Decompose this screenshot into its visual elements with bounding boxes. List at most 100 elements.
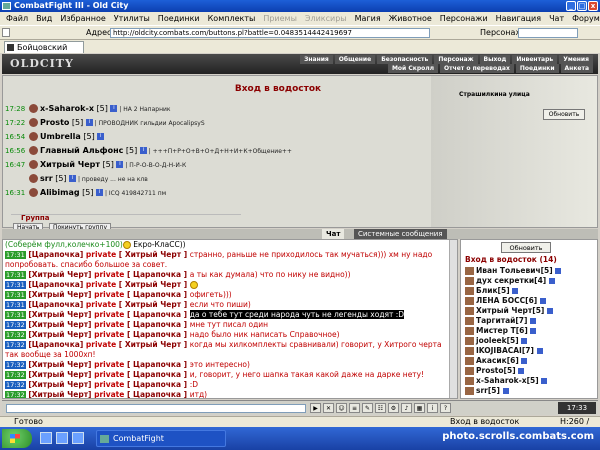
room-user[interactable]: IKOJIBACAI[7] — [465, 346, 561, 356]
chat-recipient[interactable]: [ Хитрый Черт ] — [119, 340, 190, 349]
game-nav-item[interactable]: Анкета — [560, 64, 593, 73]
chat-sender[interactable]: [Царапочка] — [26, 250, 86, 259]
menu-item[interactable]: Приемы — [259, 12, 301, 25]
user-name[interactable]: jooleek[5] — [476, 336, 521, 345]
menu-item[interactable]: Магия — [351, 12, 385, 25]
media-icon[interactable] — [72, 432, 84, 444]
game-nav-item[interactable]: Знания — [300, 55, 333, 64]
room-user[interactable]: ЛЕНА БОСС[6] — [465, 296, 561, 306]
user-name[interactable]: Акасик[6] — [476, 356, 521, 365]
chat-sender[interactable]: [Хитрый Черт] — [26, 290, 94, 299]
user-info-icon[interactable] — [536, 348, 543, 354]
menu-item[interactable]: Утилиты — [110, 12, 154, 25]
help-icon[interactable]: ? — [440, 403, 451, 413]
chat-recipient[interactable]: [ Царапочка ] — [127, 290, 190, 299]
street-button[interactable]: Страшилкина улица — [459, 91, 530, 98]
player-row[interactable]: 17:22 Prosto [5] i | ПРОВОДНИК гильдии Ap… — [5, 116, 292, 130]
player-row[interactable]: 16:31 Alibimag [5] i | ICQ 419842711 пм — [5, 186, 292, 200]
chat-recipient[interactable]: [ Царапочка ] — [127, 370, 190, 379]
player-name[interactable]: Главный Альфонс — [40, 146, 123, 155]
menu-item[interactable]: Персонажи — [436, 12, 492, 25]
room-user[interactable]: srr[5] — [465, 386, 561, 396]
user-name[interactable]: ЛЕНА БОСС[6] — [476, 296, 540, 305]
send-icon[interactable]: ▶ — [310, 403, 321, 413]
user-name[interactable]: Хитрый Черт[5] — [476, 306, 547, 315]
menu-item[interactable]: Эликсиры — [301, 12, 351, 25]
game-nav-item[interactable]: Инвентарь — [512, 55, 558, 64]
chat-scrollbar[interactable] — [449, 240, 457, 398]
player-name[interactable]: srr — [40, 174, 53, 183]
menu-item[interactable]: Комплекты — [204, 12, 260, 25]
room-user[interactable]: jooleek[5] — [465, 336, 561, 346]
game-nav-item[interactable]: Персонаж — [434, 55, 478, 64]
chat-input[interactable] — [6, 404, 306, 413]
user-name[interactable]: дух секретки[4] — [476, 276, 549, 285]
chat-recipient[interactable]: [ Царапочка ] — [127, 330, 190, 339]
player-row[interactable]: 16:54 Umbrella [5] i — [5, 130, 292, 144]
room-user[interactable]: Блик[5] — [465, 286, 561, 296]
chat-sender[interactable]: [Хитрый Черт] — [26, 360, 94, 369]
minimize-button[interactable]: _ — [566, 1, 576, 11]
game-nav-item[interactable]: Поединки — [515, 64, 559, 73]
user-name[interactable]: IKOJIBACAI[7] — [476, 346, 537, 355]
user-info-icon[interactable] — [521, 358, 528, 364]
player-info-icon[interactable]: i — [139, 147, 147, 154]
player-name[interactable]: Alibimag — [40, 188, 80, 197]
room-user[interactable]: дух секретки[4] — [465, 276, 561, 286]
refresh-users-button[interactable]: Обновить — [501, 242, 551, 253]
game-nav-item[interactable]: Общение — [334, 55, 376, 64]
player-info-icon[interactable]: i — [96, 189, 104, 196]
player-row[interactable]: 16:56 Главный Альфонс [5] i | +++П+Р+О+В+… — [5, 144, 292, 158]
chat-recipient[interactable]: [ Хитрый Черт ] — [119, 280, 190, 289]
clear-icon[interactable]: ✕ — [323, 403, 334, 413]
back-icon[interactable] — [2, 28, 10, 37]
tab-chat[interactable]: Чат — [322, 229, 345, 239]
room-user[interactable]: x-Saharok-x[5] — [465, 376, 561, 386]
player-info-icon[interactable]: i — [85, 119, 93, 126]
chat-recipient[interactable]: [ Царапочка ] — [127, 320, 190, 329]
user-info-icon[interactable] — [530, 318, 537, 324]
smile-icon[interactable]: ☺ — [336, 403, 347, 413]
map-icon[interactable]: ▦ — [414, 403, 425, 413]
sound-icon[interactable]: ♪ — [401, 403, 412, 413]
close-button[interactable]: x — [588, 1, 598, 11]
player-name[interactable]: Хитрый Черт — [40, 160, 100, 169]
user-info-icon[interactable] — [518, 368, 525, 374]
room-user[interactable]: Prosto[5] — [465, 366, 561, 376]
browser-icon[interactable] — [56, 432, 68, 444]
room-user[interactable]: Хитрый Черт[5] — [465, 306, 561, 316]
user-name[interactable]: Блик[5] — [476, 286, 512, 295]
user-info-icon[interactable] — [502, 388, 509, 394]
chat-sender[interactable]: [Хитрый Черт] — [26, 310, 94, 319]
user-info-icon[interactable] — [539, 298, 546, 304]
game-nav-item[interactable]: Выход — [479, 55, 511, 64]
menu-item[interactable]: Чат — [545, 12, 568, 25]
chat-recipient[interactable]: [ Царапочка ] — [127, 270, 190, 279]
menu-item[interactable]: Вид — [32, 12, 56, 25]
user-name[interactable]: Иван Тольевич[5] — [476, 266, 555, 275]
player-name[interactable]: Umbrella — [40, 132, 81, 141]
settings-icon[interactable]: ⚙ — [388, 403, 399, 413]
game-nav-item[interactable]: Безопасность — [377, 55, 433, 64]
user-info-icon[interactable] — [541, 378, 548, 384]
menu-item[interactable]: Файл — [2, 12, 32, 25]
user-info-icon[interactable] — [521, 338, 528, 344]
close-tab-icon[interactable] — [7, 44, 14, 51]
chat-sender[interactable]: [Царапочка] — [26, 280, 86, 289]
people-icon[interactable]: ☷ — [375, 403, 386, 413]
menu-item[interactable]: Навигация — [492, 12, 545, 25]
menu-item[interactable]: Поединки — [154, 12, 204, 25]
user-info-icon[interactable] — [548, 278, 555, 284]
user-info-icon[interactable] — [546, 308, 553, 314]
filter-icon[interactable]: ≡ — [349, 403, 360, 413]
player-name[interactable]: Prosto — [40, 118, 69, 127]
game-nav-item[interactable]: Отчет о переводах — [440, 64, 514, 73]
player-row[interactable]: srr [5] i | проведу ... не на клв — [5, 172, 292, 186]
chat-recipient[interactable]: [ Царапочка ] — [127, 380, 190, 389]
edit-icon[interactable]: ✎ — [362, 403, 373, 413]
character-input[interactable] — [518, 28, 578, 38]
player-row[interactable]: 17:28 x-Saharok-x [5] i | НА 2 Напарник — [5, 102, 292, 116]
refresh-button[interactable]: Обновить — [543, 109, 585, 120]
user-name[interactable]: x-Saharok-x[5] — [476, 376, 541, 385]
user-name[interactable]: srr[5] — [476, 386, 503, 395]
